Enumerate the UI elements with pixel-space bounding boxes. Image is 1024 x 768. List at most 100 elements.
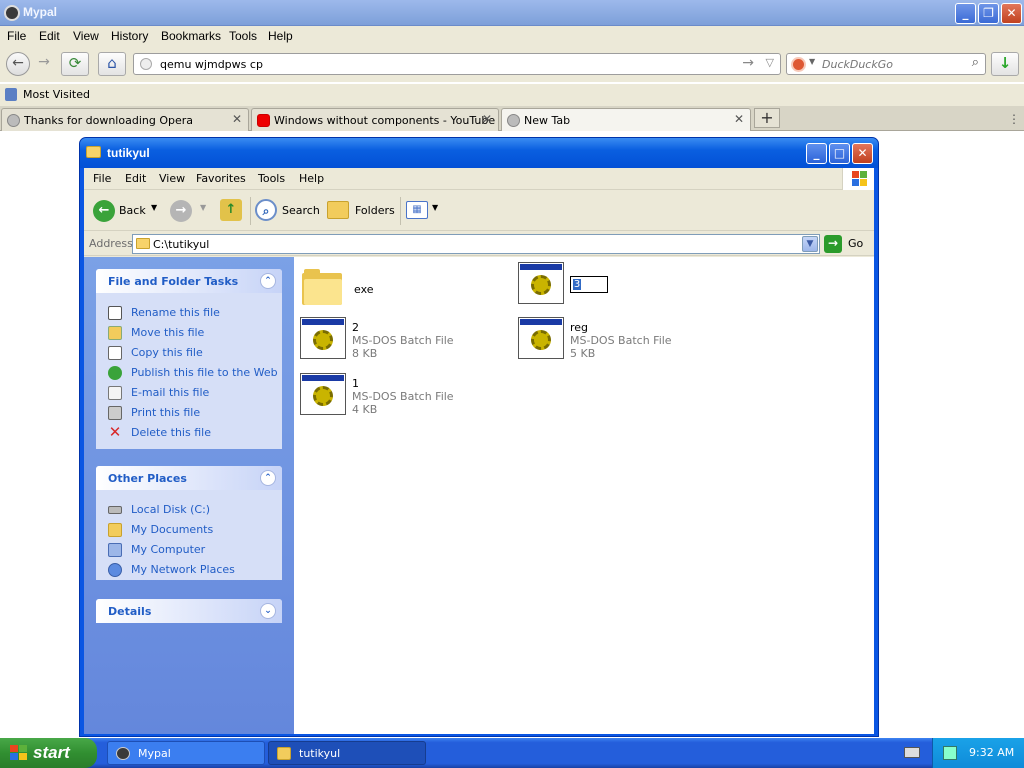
chevron-down-icon[interactable]: ▼: [809, 57, 815, 66]
task-label: Publish this file to the Web: [131, 366, 278, 379]
collapse-chevron-icon[interactable]: ⌃: [260, 470, 276, 486]
new-tab-button[interactable]: +: [754, 108, 780, 128]
tab-youtube[interactable]: Windows without components - YouTube ✕: [251, 108, 499, 131]
menu-file[interactable]: File: [7, 29, 26, 43]
file-item-batch-renaming[interactable]: 3: [518, 262, 708, 306]
menu-file[interactable]: File: [93, 172, 111, 185]
file-type: MS-DOS Batch File: [352, 334, 454, 347]
go-button[interactable]: → Go: [824, 234, 870, 254]
menu-bookmarks[interactable]: Bookmarks: [161, 29, 221, 43]
url-dropdown-icon[interactable]: ▽: [766, 56, 774, 69]
minimize-button[interactable]: _: [806, 143, 827, 164]
menu-history[interactable]: History: [111, 29, 148, 43]
minimize-button[interactable]: _: [955, 3, 976, 24]
go-arrow-icon[interactable]: →: [742, 55, 754, 71]
panel-header[interactable]: File and Folder Tasks ⌃: [96, 269, 282, 293]
views-icon: ▦: [406, 201, 428, 219]
home-icon[interactable]: ⌂: [98, 52, 126, 76]
start-button[interactable]: start: [0, 738, 97, 768]
task-label: Move this file: [131, 326, 205, 339]
browser-menubar: File Edit View History Bookmarks Tools H…: [0, 26, 1024, 46]
file-item-folder[interactable]: exe: [302, 267, 492, 311]
taskbar-item-mypal[interactable]: Mypal: [107, 741, 265, 765]
collapse-chevron-icon[interactable]: ⌃: [260, 273, 276, 289]
close-button[interactable]: ✕: [1001, 3, 1022, 24]
folders-button[interactable]: Folders: [327, 199, 395, 223]
chevron-down-icon[interactable]: ▼: [802, 236, 818, 252]
task-label: Mypal: [138, 747, 171, 760]
back-arrow-icon: ←: [93, 200, 115, 222]
forward-arrow-icon[interactable]: →: [32, 52, 56, 76]
globe-icon: [507, 114, 520, 127]
toolbar-separator: [400, 197, 401, 225]
panel-title: Other Places: [108, 472, 187, 485]
panel-header[interactable]: Details ⌄: [96, 599, 282, 623]
task-label: tutikyul: [299, 747, 341, 760]
url-bar[interactable]: → ▽: [133, 53, 781, 75]
file-name: 2: [352, 321, 359, 334]
back-button[interactable]: ← Back ▼: [89, 199, 159, 223]
panel-title: Details: [108, 605, 152, 618]
file-item-batch[interactable]: 1 MS-DOS Batch File 4 KB: [300, 373, 490, 417]
folder-icon: [302, 269, 342, 305]
menu-favorites[interactable]: Favorites: [196, 172, 246, 185]
close-icon[interactable]: ✕: [482, 112, 492, 126]
file-item-batch[interactable]: 2 MS-DOS Batch File 8 KB: [300, 317, 490, 361]
taskbar-item-tutikyul[interactable]: tutikyul: [268, 741, 426, 765]
expand-chevron-icon[interactable]: ⌄: [260, 603, 276, 619]
menu-edit[interactable]: Edit: [125, 172, 146, 185]
file-item-batch[interactable]: reg MS-DOS Batch File 5 KB: [518, 317, 708, 361]
search-icon[interactable]: ⌕: [972, 55, 979, 70]
system-tray: 9:32 AM: [932, 738, 1024, 768]
tab-opera[interactable]: Thanks for downloading Opera ✕: [1, 108, 249, 131]
menu-tools[interactable]: Tools: [229, 29, 257, 43]
clock[interactable]: 9:32 AM: [969, 746, 1014, 759]
start-label: start: [33, 743, 70, 762]
explorer-window: tutikyul _ □ ✕ File Edit View Favorites …: [79, 137, 879, 737]
selected-text: 3: [573, 279, 581, 290]
back-label: Back: [119, 204, 146, 217]
close-icon[interactable]: ✕: [232, 112, 242, 126]
up-folder-button[interactable]: ↑: [218, 199, 246, 223]
most-visited-bookmark[interactable]: Most Visited: [23, 88, 90, 101]
tab-label: New Tab: [524, 114, 571, 127]
url-input[interactable]: [160, 56, 740, 72]
menu-tools[interactable]: Tools: [258, 172, 285, 185]
place-label: My Computer: [131, 543, 206, 556]
rename-input[interactable]: 3: [570, 276, 608, 293]
reload-icon[interactable]: ⟳: [61, 52, 89, 76]
address-input[interactable]: [153, 236, 793, 252]
menu-view[interactable]: View: [159, 172, 185, 185]
maximize-button[interactable]: □: [829, 143, 850, 164]
chevron-down-icon[interactable]: ▼: [151, 203, 157, 212]
explorer-titlebar[interactable]: tutikyul _ □ ✕: [80, 138, 878, 168]
menu-view[interactable]: View: [73, 29, 99, 43]
address-field[interactable]: ▼: [132, 234, 820, 254]
batch-file-icon: [518, 262, 564, 304]
windows-logo-icon: [842, 168, 874, 190]
menu-help[interactable]: Help: [268, 29, 293, 43]
tab-list-menu-icon[interactable]: ⋮⋮: [1008, 112, 1024, 126]
task-pane: File and Folder Tasks ⌃ Rename this file…: [84, 257, 294, 734]
file-size: 8 KB: [352, 347, 378, 360]
keyboard-icon[interactable]: [904, 747, 920, 758]
menu-help[interactable]: Help: [299, 172, 324, 185]
tab-new-tab[interactable]: New Tab ✕: [501, 108, 751, 131]
back-arrow-icon[interactable]: ←: [6, 52, 30, 76]
forward-button[interactable]: → ▼: [166, 199, 210, 223]
explorer-body: File Edit View Favorites Tools Help ← Ba…: [84, 168, 874, 734]
menu-edit[interactable]: Edit: [39, 29, 60, 43]
panel-header[interactable]: Other Places ⌃: [96, 466, 282, 490]
explorer-menubar: File Edit View Favorites Tools Help: [84, 168, 874, 190]
search-button[interactable]: ⌕ Search: [255, 199, 323, 223]
close-icon[interactable]: ✕: [734, 112, 744, 126]
search-input[interactable]: [822, 56, 957, 72]
duckduckgo-icon[interactable]: [791, 57, 806, 72]
download-icon[interactable]: ↓: [991, 52, 1019, 76]
browser-titlebar: Mypal _ ❐ ✕: [0, 0, 1024, 26]
close-button[interactable]: ✕: [852, 143, 873, 164]
search-bar[interactable]: ▼ ⌕: [786, 53, 986, 75]
views-button[interactable]: ▦ ▼: [406, 199, 442, 223]
network-icon[interactable]: [943, 746, 957, 760]
restore-button[interactable]: ❐: [978, 3, 999, 24]
